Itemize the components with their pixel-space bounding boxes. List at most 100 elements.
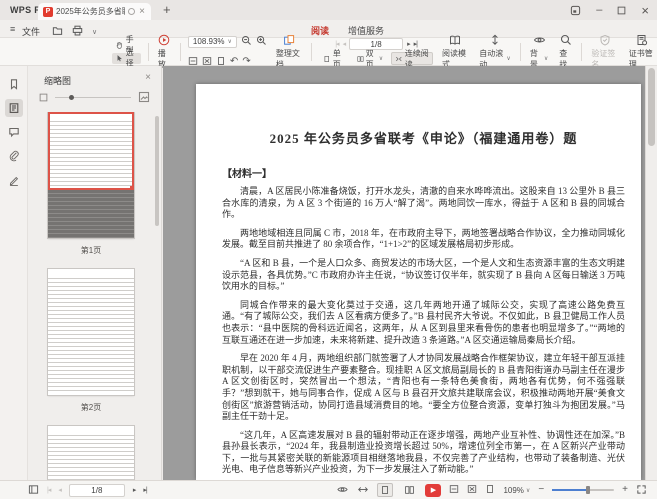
document-page-1[interactable]: 2025 年公务员多省联考《申论》（福建通用卷）题 【材料一】 清晨，A 区居民… [196,84,641,480]
ribbon-tab-read[interactable]: 阅读 [311,24,329,37]
panel-close-icon[interactable]: × [145,72,151,83]
document-view-area: 2025 年公务员多省联考《申论》（福建通用卷）题 【材料一】 清晨，A 区居民… [163,66,657,480]
fit-page-icon[interactable] [467,484,477,496]
zoom-level-value: 108.93% [193,37,225,46]
maximize-button[interactable] [617,6,626,15]
titlebar: WPS PDF P 2025年公务员多省联考《申... × + – × [0,0,657,20]
file-menu[interactable]: 文件 [22,25,40,38]
single-page-button[interactable]: 单页 [319,52,349,65]
toolbar-separator [148,43,149,61]
quick-access-chevron-icon[interactable]: ∨ [92,28,97,36]
page-2-thumbnail[interactable] [48,269,134,395]
zoom-chevron-icon: ∨ [228,38,232,45]
auto-scroll-button[interactable]: 自动滚动 ∨ [477,34,513,70]
thumbnail-list: 第1页 第2页 [28,112,154,480]
play-mode-button[interactable]: ▶ [425,484,441,497]
wps-pdf-window: WPS PDF P 2025年公务员多省联考《申... × + – × ≡ 文件 [0,0,657,499]
comments-panel-icon[interactable] [5,123,23,141]
thumbnail-panel-scrollbar[interactable] [155,116,159,226]
paragraph: “这几年，A 区高速发展对 B 县的辐射带动正在逐步增强，两地产业互补性、协调性… [222,430,625,476]
statusbar-zoom-value: 109% [503,486,523,495]
certificate-manage-button[interactable]: 证书管理 [627,34,657,70]
first-page-icon[interactable]: |◂ [47,486,50,494]
paragraph: 同城合作带来的最大变化莫过于交通，这几年两地开通了城际公交，实现了高速公路免费互… [222,300,625,346]
thumbnails-panel-icon[interactable] [5,99,23,117]
signature-panel-icon[interactable] [5,171,23,189]
statusbar-page-input[interactable] [69,484,125,497]
page-2-label: 第2页 [28,402,154,413]
sync-status-icon [128,8,135,15]
zoom-level-dropdown[interactable]: 108.93% ∨ [188,36,237,48]
zoom-slider[interactable] [552,489,614,491]
ribbon-tab-value-added[interactable]: 增值服务 [348,24,384,37]
select-tool-button[interactable]: 选择 [112,53,141,64]
play-presentation-button[interactable]: 播放 [156,34,173,70]
tab-close-icon[interactable]: × [138,7,146,17]
toolbar-separator [520,43,521,61]
bookmarks-panel-icon[interactable] [5,75,23,93]
fit-width-icon[interactable] [449,484,459,496]
find-button[interactable]: 查找 [557,34,574,70]
paragraph: 清晨，A 区居民小陈准备烧饭，打开水龙头，清澈的自来水哗哗流出。这股来自 13 … [222,186,625,221]
paragraph: 早在 2020 年 4 月，两地组织部门就签署了人才协同发展战略合作框架协议，建… [222,353,625,423]
undo-icon[interactable]: ↶ [230,57,238,67]
zoom-out-icon[interactable] [241,33,252,51]
statusbar-view-controls: ▶ 109% ∨ − + [336,483,647,497]
thumbnail-size-slider[interactable] [55,97,131,98]
double-page-button[interactable]: 双页 ∨ [353,52,387,65]
background-chevron-icon: ∨ [544,55,548,62]
attachments-panel-icon[interactable] [5,147,23,165]
minimize-button[interactable]: – [596,5,602,16]
reading-mode-button[interactable]: 阅读模式 [440,34,470,70]
double-page-view-icon[interactable] [401,483,417,497]
tab-title: 2025年公务员多省联考《申... [56,6,125,17]
new-tab-button[interactable]: + [163,2,171,17]
paragraph: 两地地域相连且同属 C 市，2018 年，在市政府主导下，两地签署战略合作协议，… [222,228,625,251]
last-page-icon[interactable]: ▸| [143,486,146,494]
auto-scroll-chevron-icon: ∨ [506,55,510,62]
zoom-group: 108.93% ∨ ↶ [188,33,267,71]
slider-knob[interactable] [69,95,74,100]
statusbar: |◂ ◂ ▸ ▸| ▶ [0,480,657,499]
background-button[interactable]: 背景 ∨ [528,34,550,70]
zoom-out-button[interactable]: − [538,485,544,495]
actual-size-icon[interactable] [485,484,495,496]
document-scrollbar-thumb[interactable] [648,68,655,146]
redo-icon[interactable]: ↷ [242,57,250,67]
navigation-icon-strip [0,66,28,480]
workspace-icon[interactable] [570,5,581,16]
zoom-in-button[interactable]: + [622,485,628,495]
single-page-view-icon[interactable] [377,483,393,497]
reading-toolbar: 手型 选择 播放 108.93% ∨ [0,38,657,66]
main-menu-icon[interactable]: ≡ [10,24,15,34]
next-page-icon[interactable]: ▸ [133,486,136,494]
page-3-thumbnail[interactable] [48,426,134,480]
document-tab[interactable]: P 2025年公务员多省联考《申... × [38,3,151,20]
close-window-button[interactable]: × [641,4,649,17]
statusbar-zoom-chevron-icon: ∨ [526,487,530,494]
double-page-chevron-icon: ∨ [379,55,383,62]
page-1-viewport-indicator[interactable] [48,112,134,190]
page-navigation-group: |◂ ◂ ▸ ▸| 单页 双页 ∨ 连续阅读 [319,38,433,65]
small-thumbnail-icon [39,93,48,102]
previous-page-icon[interactable]: ◂ [58,486,61,494]
zoom-slider-knob[interactable] [586,486,590,494]
continuous-reading-button[interactable]: 连续阅读 [391,52,433,65]
document-title: 2025 年公务员多省联考《申论》（福建通用卷）题 [222,128,625,147]
toolbar-separator [581,43,582,61]
toolbar-separator [180,43,181,61]
organize-document-button[interactable]: 整理文档 [274,34,304,70]
fullscreen-icon[interactable] [636,484,647,497]
zoom-slider-fill [552,489,586,491]
statusbar-zoom-dropdown[interactable]: 109% ∨ [503,486,530,495]
pdf-file-icon: P [43,7,53,17]
zoom-in-icon[interactable] [256,33,267,51]
thumbnail-size-slider-row [28,90,161,104]
page-1-thumbnail[interactable] [48,112,134,238]
verify-signature-button: 验证签名 [589,34,619,70]
fit-window-icon[interactable] [357,484,369,497]
background-eye-icon[interactable] [336,484,349,497]
toggle-sidebar-icon[interactable] [28,484,39,497]
document-scrollbar[interactable] [645,66,657,480]
paragraph: “A 区和 B 县，一个是人口众多、商贸发达的市场大区，一个是人文和生态资源丰富… [222,258,625,293]
